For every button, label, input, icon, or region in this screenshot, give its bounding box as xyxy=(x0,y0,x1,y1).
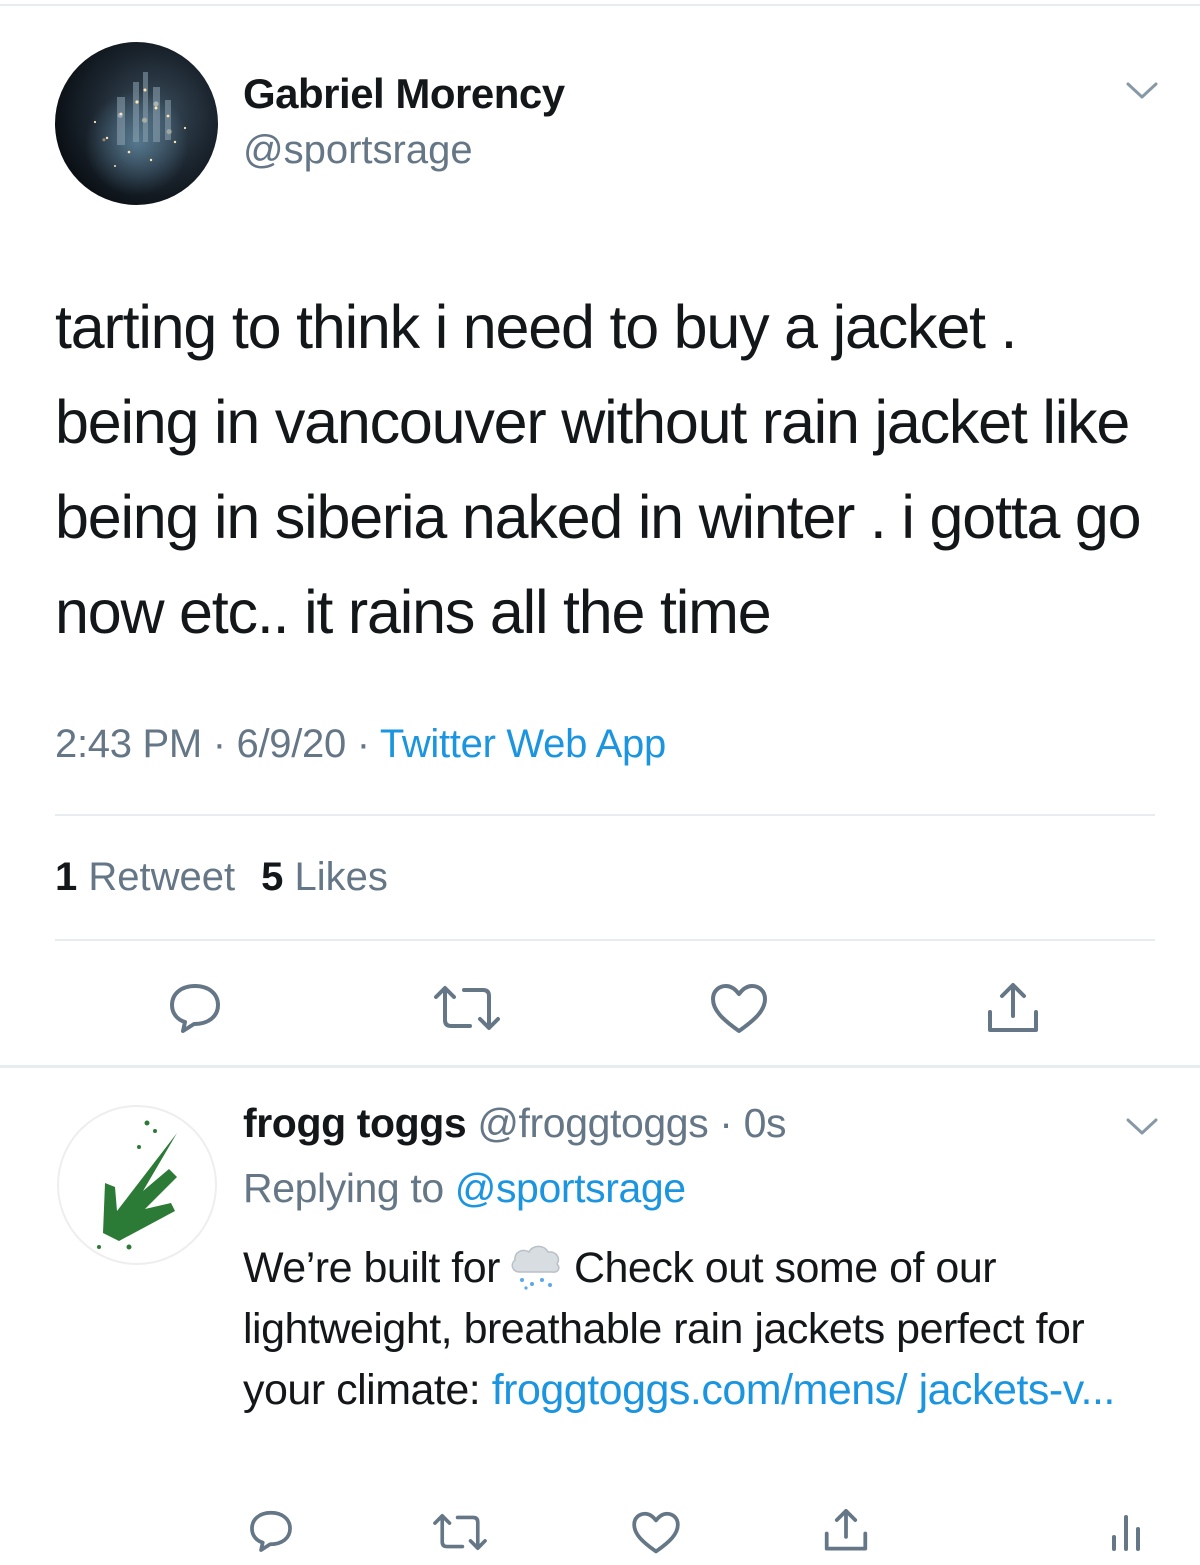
separator: · xyxy=(201,722,237,766)
tweet-time[interactable]: 2:43 PM xyxy=(55,722,202,766)
separator: · xyxy=(708,1100,744,1146)
reply-icon[interactable] xyxy=(246,1508,296,1554)
retweets-stat[interactable]: 1 Retweet xyxy=(55,855,235,899)
retweet-count: 1 xyxy=(55,855,78,899)
main-tweet: Gabriel Morency @sportsrage tarting to t… xyxy=(0,0,1200,1068)
chevron-down-icon[interactable] xyxy=(1122,1112,1162,1142)
like-count: 5 xyxy=(261,855,284,899)
reply-text: We’re built for Check out some of our li… xyxy=(243,1238,1173,1421)
replying-to: Replying to @sportsrage xyxy=(243,1165,686,1212)
replying-prefix: Replying to xyxy=(243,1165,455,1211)
share-icon[interactable] xyxy=(820,1506,872,1556)
likes-stat[interactable]: 5 Likes xyxy=(261,855,388,899)
replying-mention-link[interactable]: @sportsrage xyxy=(455,1165,686,1211)
tweet-date[interactable]: 6/9/20 xyxy=(237,722,347,766)
like-icon[interactable] xyxy=(630,1510,682,1556)
share-icon[interactable] xyxy=(982,980,1044,1038)
tweet-text: tarting to think i need to buy a jacket … xyxy=(55,293,1142,646)
reply-header: frogg toggs @froggtoggs · 0s xyxy=(243,1100,786,1147)
cloud-with-rain-icon xyxy=(504,1242,566,1292)
city-night-photo xyxy=(93,72,187,167)
like-label: Likes xyxy=(294,855,388,899)
author-name[interactable]: Gabriel Morency xyxy=(243,70,565,118)
avatar[interactable] xyxy=(57,1105,217,1265)
separator: · xyxy=(345,722,380,766)
reply-time[interactable]: 0s xyxy=(744,1100,787,1146)
tweet-metadata: 2:43 PM · 6/9/20 · Twitter Web App xyxy=(55,722,666,767)
source-app-link[interactable]: Twitter Web App xyxy=(380,722,666,766)
retweet-icon[interactable] xyxy=(430,1510,490,1554)
author-handle[interactable]: @sportsrage xyxy=(243,128,473,173)
avatar[interactable] xyxy=(55,42,218,205)
reply-author-handle[interactable]: @froggtoggs xyxy=(477,1100,708,1146)
reply-icon[interactable] xyxy=(165,980,225,1036)
retweet-icon[interactable] xyxy=(430,982,504,1034)
reply-text-start: We’re built for xyxy=(243,1244,500,1292)
analytics-icon[interactable] xyxy=(1108,1510,1144,1554)
reply-author-name[interactable]: frogg toggs xyxy=(243,1100,467,1146)
chevron-down-icon[interactable] xyxy=(1122,76,1162,106)
engagement-stats: 1 Retweet 5 Likes xyxy=(55,855,388,900)
divider xyxy=(55,814,1155,816)
product-link[interactable]: froggtoggs.com/mens/ jackets-v... xyxy=(492,1366,1116,1414)
divider xyxy=(55,939,1155,941)
retweet-label: Retweet xyxy=(88,855,236,899)
like-icon[interactable] xyxy=(708,982,770,1036)
frog-foot-logo xyxy=(97,1120,177,1250)
